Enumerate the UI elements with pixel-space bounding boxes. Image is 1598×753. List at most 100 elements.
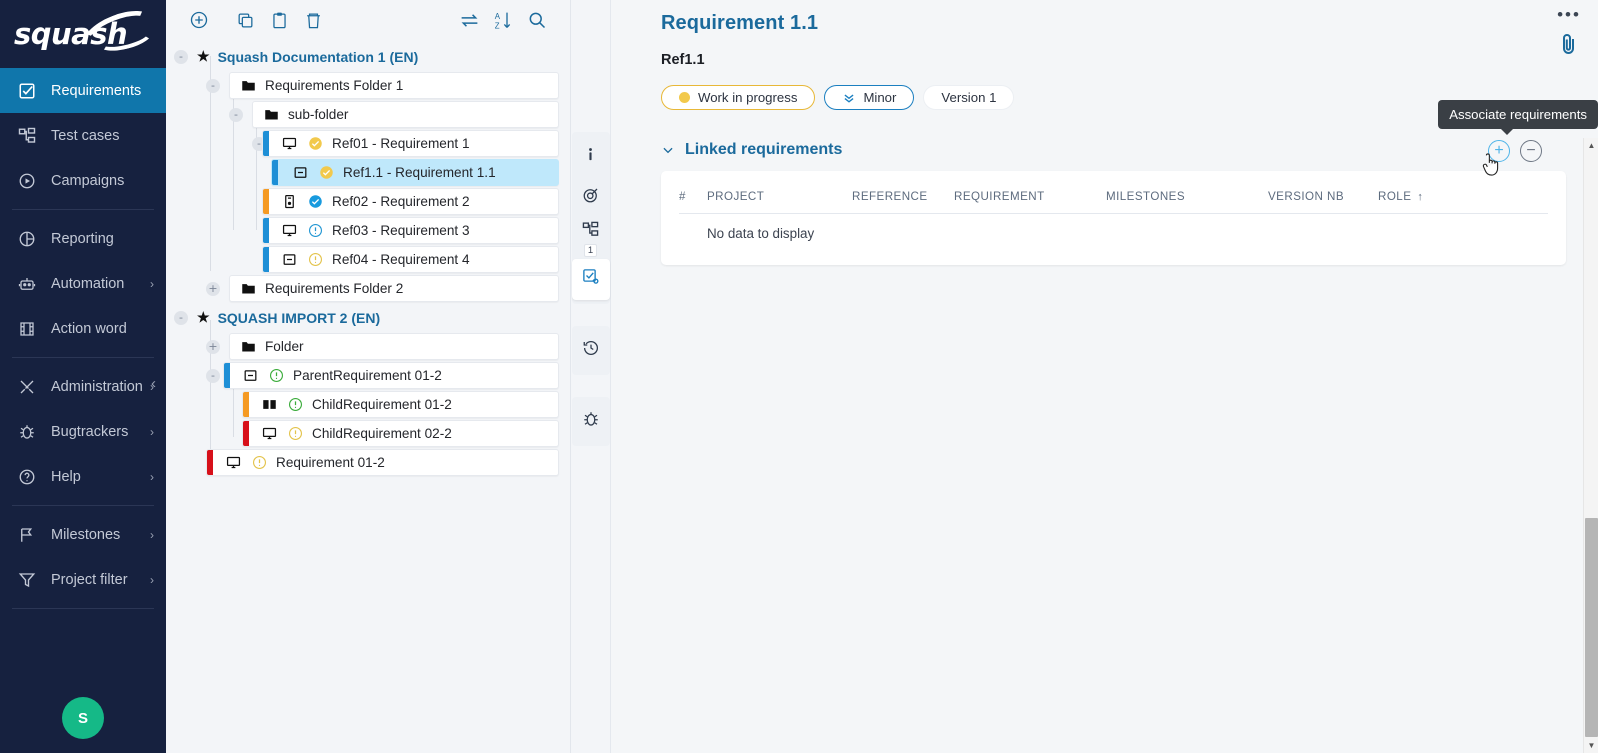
tree-node-library[interactable]: - ★ SQUASH IMPORT 2 (EN) [166, 303, 570, 332]
tree-node-color-bar [243, 392, 249, 417]
rail-button-bugs[interactable] [572, 401, 610, 442]
tree-expand-handle[interactable]: + [206, 340, 220, 354]
robot-icon [16, 273, 38, 295]
tree-node-folder[interactable]: - sub-folder [166, 100, 570, 129]
folder-icon [238, 78, 258, 93]
tree-node-requirement[interactable]: - Ref01 - Requirement 1 [166, 129, 570, 158]
sidebar-item-campaigns[interactable]: Campaigns [0, 158, 166, 203]
tree-expand-handle[interactable]: - [229, 108, 243, 122]
delete-icon[interactable] [296, 5, 330, 35]
column-header-milestones[interactable]: MILESTONES [1106, 171, 1268, 214]
version-label: Version 1 [941, 90, 996, 105]
tree-node-requirement[interactable]: Ref04 - Requirement 4 [166, 245, 570, 274]
sidebar-item-automation[interactable]: Automation › [0, 261, 166, 306]
sort-az-icon[interactable]: AZ [486, 5, 520, 35]
scroll-down-arrow-icon[interactable]: ▼ [1584, 738, 1598, 753]
sidebar-item-test-cases[interactable]: Test cases [0, 113, 166, 158]
scrollbar-thumb[interactable] [1585, 518, 1598, 737]
rail-button-coverage[interactable] [572, 177, 610, 218]
tree-expand-handle[interactable]: - [174, 311, 188, 325]
sidebar-item-label: Project filter [51, 572, 128, 588]
chevron-right-icon: › [150, 425, 154, 439]
sidebar-item-reporting[interactable]: Reporting [0, 216, 166, 261]
sidebar-item-project-filter[interactable]: Project filter › [0, 557, 166, 602]
tree-node-color-bar [263, 131, 269, 156]
entity-view-rail: 1 [571, 0, 611, 753]
column-header-reference[interactable]: REFERENCE [852, 171, 954, 214]
tree-node-requirement[interactable]: Ref03 - Requirement 3 [166, 216, 570, 245]
table-header-row: # PROJECT REFERENCE REQUIREMENT MILESTON… [679, 171, 1548, 214]
sidebar-item-help[interactable]: Help › [0, 454, 166, 499]
linked-requirements-section-header[interactable]: Linked requirements [661, 141, 1598, 159]
copy-icon[interactable] [228, 5, 262, 35]
move-icon[interactable] [452, 5, 486, 35]
sidebar-item-milestones[interactable]: Milestones › [0, 512, 166, 557]
tree-node-library[interactable]: - ★ Squash Documentation 1 (EN) [166, 42, 570, 71]
column-header-index[interactable]: # [679, 171, 707, 214]
sidebar-item-bugtrackers[interactable]: Bugtrackers › [0, 409, 166, 454]
rail-button-information[interactable] [572, 136, 610, 177]
tree-node-requirement[interactable]: ChildRequirement 01-2 [166, 390, 570, 419]
tree-node-requirement[interactable]: ChildRequirement 02-2 [166, 419, 570, 448]
column-header-project[interactable]: PROJECT [707, 171, 852, 214]
tree-expand-handle[interactable]: - [206, 369, 220, 383]
status-under-review-icon [306, 223, 325, 238]
tree-node-requirement[interactable]: - ParentRequirement 01-2 [166, 361, 570, 390]
paste-icon[interactable] [262, 5, 296, 35]
tree-node-requirement[interactable]: Requirement 01-2 [166, 448, 570, 477]
more-options-button[interactable]: ••• [1557, 10, 1581, 20]
search-icon[interactable] [520, 5, 554, 35]
rail-group-primary: 1 [572, 132, 610, 304]
status-badge[interactable]: Work in progress [661, 85, 815, 110]
status-approved-green-icon [267, 368, 286, 383]
folder-icon [238, 339, 258, 354]
tree-node-color-bar [263, 218, 269, 243]
main-sidebar: squash Requirements Test cases [0, 0, 166, 753]
sidebar-item-requirements[interactable]: Requirements [0, 68, 166, 113]
tree-node-color-bar [243, 421, 249, 446]
version-badge[interactable]: Version 1 [923, 85, 1014, 110]
tree-node-requirement-selected[interactable]: Ref1.1 - Requirement 1.1 [166, 158, 570, 187]
sidebar-collapse-button[interactable]: ‹ [151, 375, 156, 392]
sidebar-item-label: Administration [51, 379, 143, 395]
tree-node-folder[interactable]: - Requirements Folder 1 [166, 71, 570, 100]
section-title: Linked requirements [685, 141, 842, 159]
tree-node-folder[interactable]: + Requirements Folder 2 [166, 274, 570, 303]
column-header-role[interactable]: ROLE↑ [1378, 171, 1548, 214]
table-body: No data to display [679, 214, 1548, 242]
monitor-icon [259, 426, 279, 441]
rail-button-history[interactable] [572, 330, 610, 371]
rail-button-linked-requirements[interactable] [572, 259, 610, 300]
tree-node-folder[interactable]: + Folder [166, 332, 570, 361]
criticality-badge[interactable]: Minor [824, 85, 914, 110]
avatar[interactable]: S [62, 697, 104, 739]
app-logo[interactable]: squash [0, 0, 166, 68]
main-content: Requirement 1.1 Ref1.1 Work in progress … [611, 0, 1598, 753]
information-icon [582, 146, 599, 168]
tree-node-color-bar [207, 450, 213, 475]
tree-node-label: Requirement 01-2 [276, 455, 385, 470]
status-obsolete-icon [306, 252, 325, 267]
sidebar-item-label: Requirements [51, 83, 141, 99]
tree-expand-handle[interactable]: - [206, 79, 220, 93]
sidebar-item-administration[interactable]: Administration › [0, 364, 166, 409]
attachments-button[interactable] [1557, 32, 1581, 61]
column-header-version-nb[interactable]: VERSION NB [1268, 171, 1378, 214]
dissociate-requirements-button[interactable]: − [1520, 140, 1542, 162]
monitor-icon [223, 455, 243, 470]
minus-box-icon [279, 252, 299, 267]
flag-icon [16, 524, 38, 546]
tree-node-label: Ref02 - Requirement 2 [332, 194, 470, 209]
column-header-requirement[interactable]: REQUIREMENT [954, 171, 1106, 214]
sidebar-item-action-word[interactable]: Action word [0, 306, 166, 351]
tree-expand-handle[interactable]: + [206, 282, 220, 296]
requirement-reference: Ref1.1 [661, 52, 1598, 68]
tree-expand-handle[interactable]: - [174, 50, 188, 64]
bug-icon [16, 421, 38, 443]
vertical-scrollbar[interactable]: ▲ ▼ [1583, 138, 1598, 753]
rail-badge-count: 1 [584, 244, 597, 257]
add-icon[interactable] [182, 5, 216, 35]
tree-node-requirement[interactable]: Ref02 - Requirement 2 [166, 187, 570, 216]
scroll-up-arrow-icon[interactable]: ▲ [1584, 138, 1598, 153]
rail-button-verifying-test-cases[interactable]: 1 [572, 218, 610, 259]
